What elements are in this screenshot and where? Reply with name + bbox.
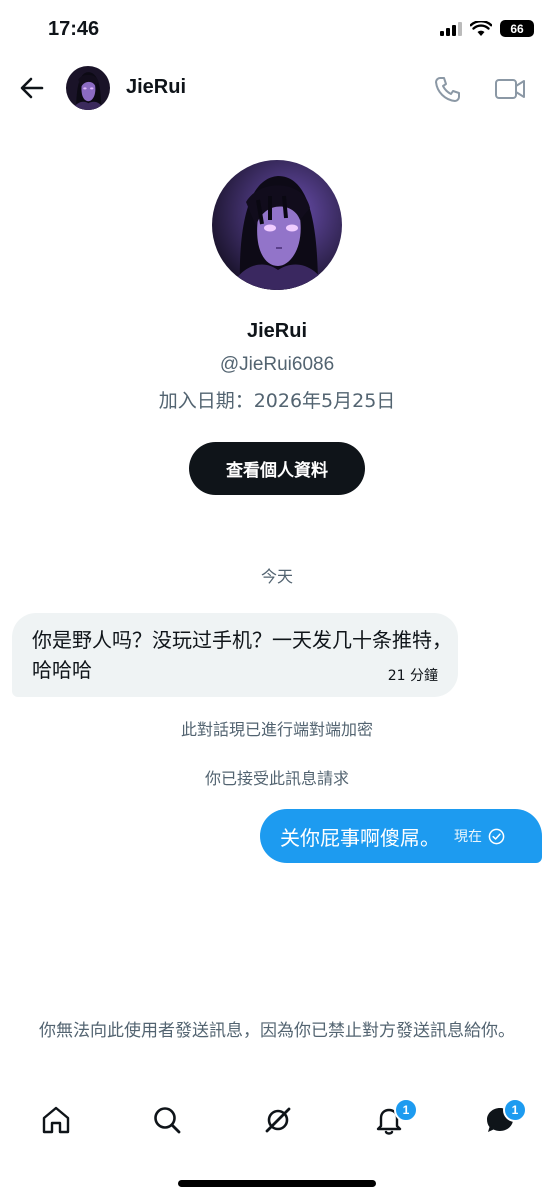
profile-avatar[interactable] [212,160,342,290]
home-indicator[interactable] [178,1180,376,1187]
status-time: 17:46 [48,18,100,40]
wifi-icon [470,20,492,36]
blocked-notice-text: 你無法向此使用者發送訊息，因為你已禁止對方發送訊息給你。 [39,1021,515,1041]
outgoing-message-time: 現在 [454,829,482,845]
outgoing-message-bubble[interactable]: 关你屁事啊傻屌。 現在 [260,809,542,863]
incoming-message-time: 21 分鐘 [387,668,438,684]
header-avatar[interactable] [66,66,110,110]
signal-icon [440,21,462,36]
grok-icon[interactable] [262,1104,294,1136]
avatar-image [66,66,110,110]
sent-check-icon [488,828,505,844]
back-arrow-icon[interactable] [18,74,46,102]
avatar-image [212,160,342,290]
day-separator: 今天 [260,567,293,586]
blocked-notice: 你無法向此使用者發送訊息，因為你已禁止對方發送訊息給你。 [0,1017,554,1045]
home-icon[interactable] [40,1104,72,1136]
messages-badge: 1 [503,1098,527,1122]
request-accepted-notice: 你已接受此訊息請求 [204,769,349,788]
profile-handle: @JieRui6086 [219,354,335,375]
battery-icon: 66 [500,20,534,37]
video-call-icon[interactable] [494,74,526,104]
search-icon[interactable] [151,1104,183,1136]
join-date: 加入日期：2026年5月25日 [158,390,396,412]
incoming-message-bubble[interactable]: 你是野人吗？没玩过手机？一天发几十条推特，哈哈哈 21 分鐘 [12,613,458,697]
phone-call-icon[interactable] [432,74,462,104]
encryption-notice: 此對話現已進行端對端加密 [180,720,373,739]
profile-name: JieRui [246,320,308,342]
header-username[interactable]: JieRui [126,76,186,99]
outgoing-message-text: 关你屁事啊傻屌。 [280,825,440,850]
view-profile-button[interactable]: 查看個人資料 [189,442,365,495]
status-icons: 66 [440,20,534,37]
notifications-badge: 1 [394,1098,418,1122]
